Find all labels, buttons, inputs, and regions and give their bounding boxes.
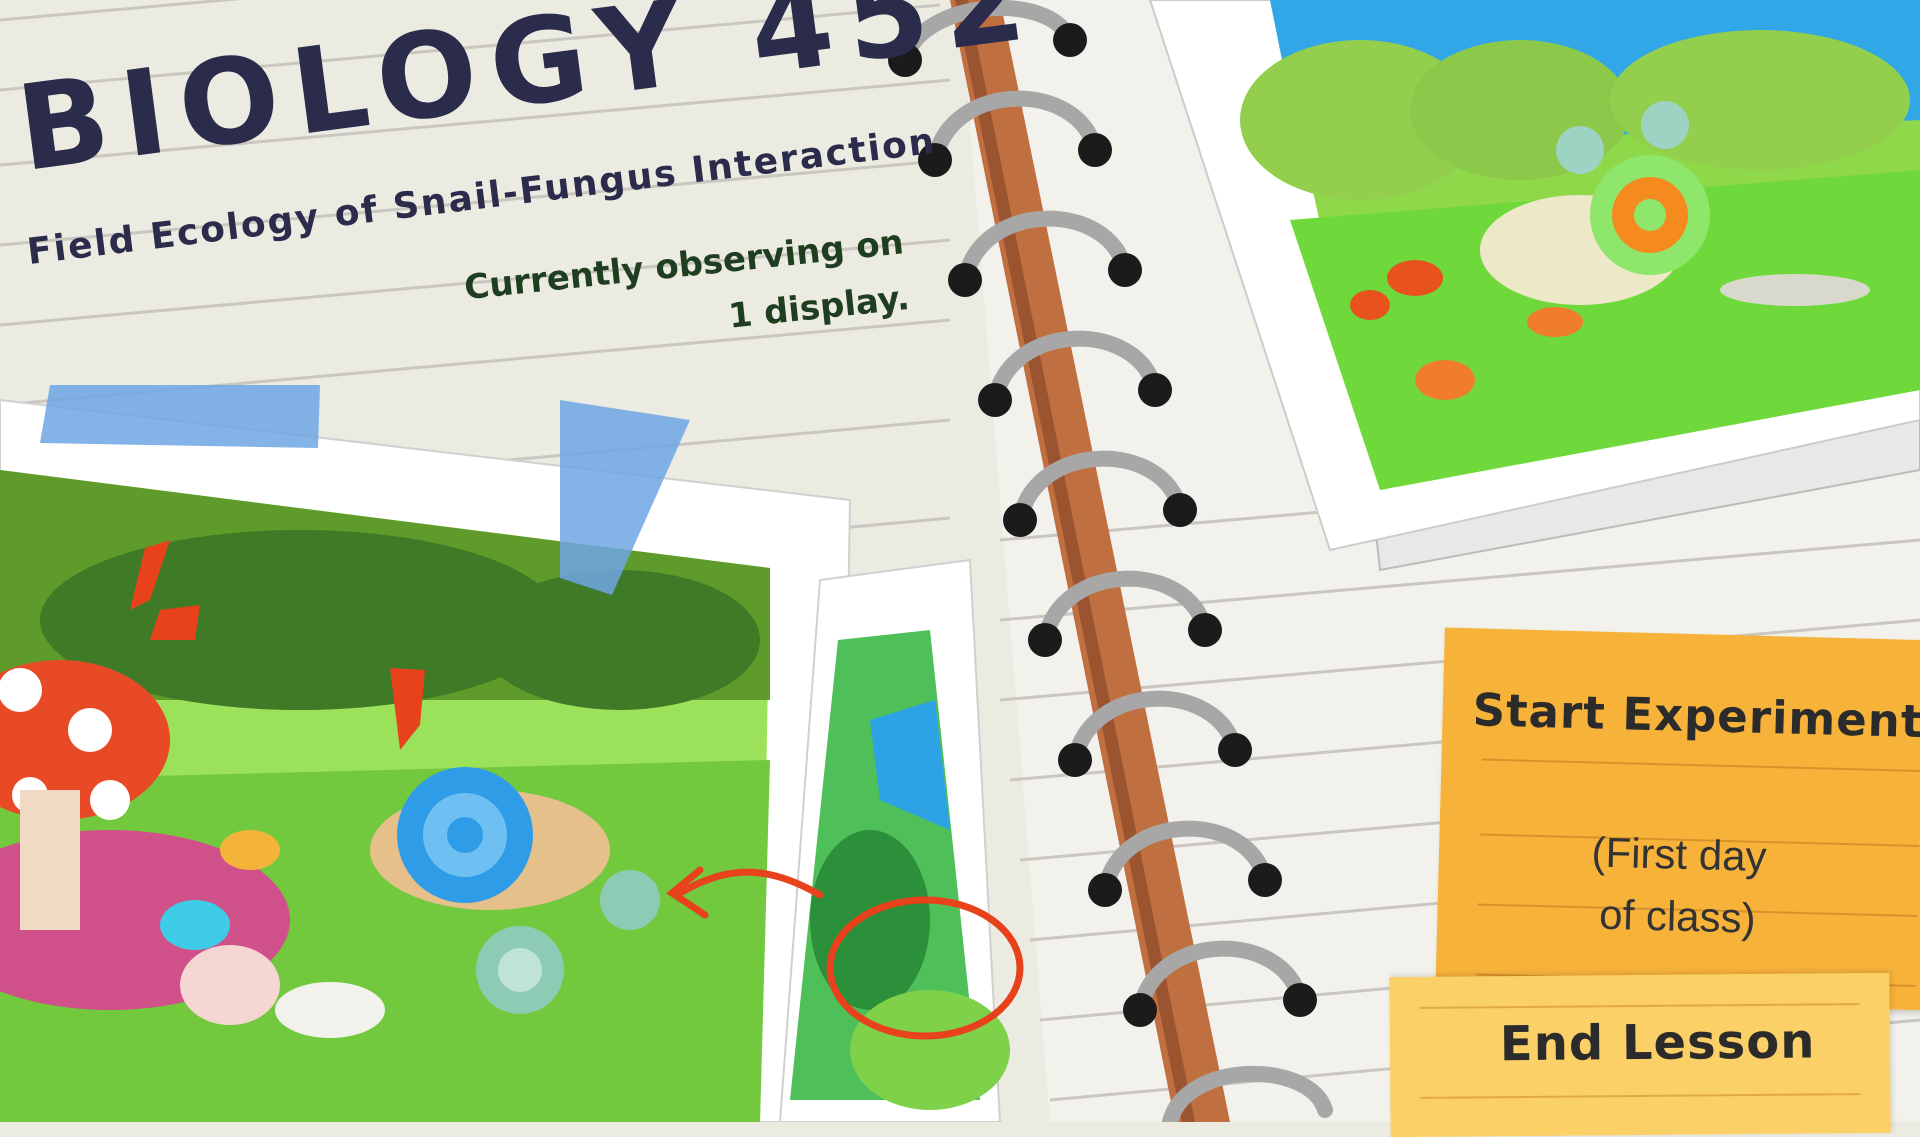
start-experiment-note: (First day of class) (1547, 820, 1810, 951)
end-lesson-button[interactable]: End Lesson (1389, 972, 1891, 1137)
start-experiment-button[interactable]: Start Experiment (First day of class) (1435, 627, 1920, 1011)
photo-snail-army (0, 398, 852, 1122)
photo-forest-zoom (778, 558, 1010, 1122)
start-experiment-label: Start Experiment (1472, 683, 1920, 749)
start-note-line-1: (First day (1590, 828, 1768, 881)
notebook-page: BIOLOGY 452 Field Ecology of Snail-Fungu… (0, 0, 1920, 1137)
start-note-line-2: of class) (1598, 890, 1757, 942)
end-lesson-label: End Lesson (1499, 1013, 1816, 1073)
